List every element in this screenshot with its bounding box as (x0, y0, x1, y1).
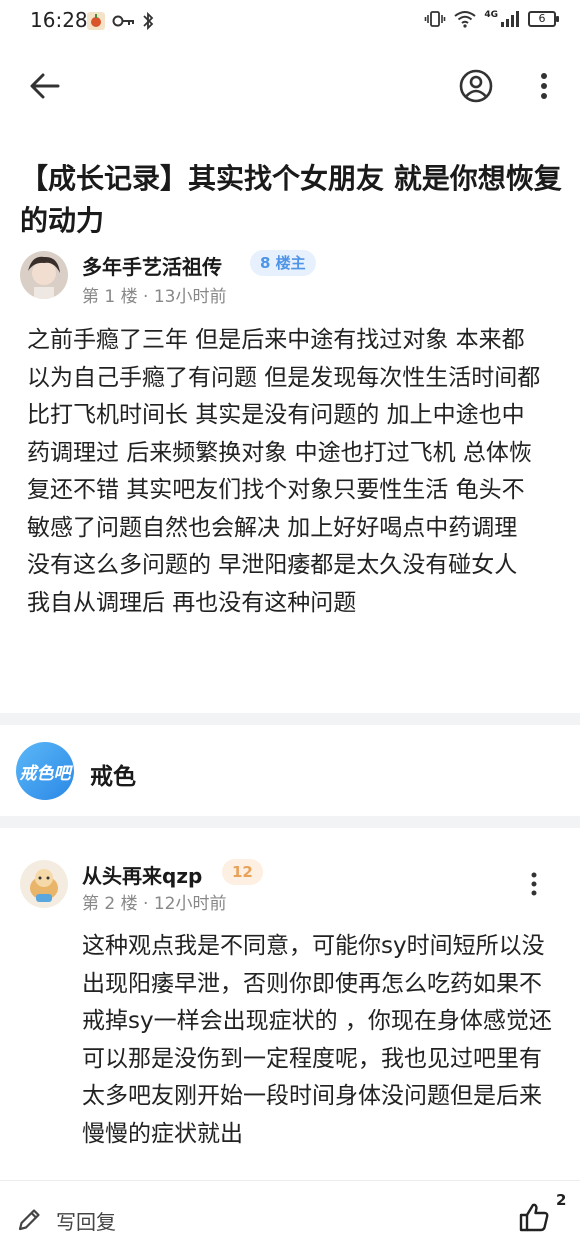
op-post-body: 之前手瘾了三年 但是后来中途有找过对象 本来都以为自己手瘾了有问题 但是发现每次… (27, 327, 541, 616)
section-divider (0, 816, 580, 828)
back-button[interactable] (24, 68, 66, 104)
vertical-dots-icon (541, 73, 547, 99)
op-author-name[interactable]: 多年手艺活祖传 (82, 251, 222, 280)
reply-post-meta: 第 2 楼 · 12小时前 (82, 894, 227, 914)
profile-button[interactable] (456, 68, 496, 104)
status-time: 16:28 (30, 8, 88, 32)
avatar-image (20, 251, 68, 299)
app-notification-icon (87, 12, 105, 30)
vibrate-icon (425, 11, 446, 27)
battery-indicator: 6 (528, 11, 559, 27)
reply-level-badge: 12 (222, 859, 263, 885)
status-left-icons (86, 11, 154, 31)
forum-entry[interactable]: 戒色吧 戒色 (0, 726, 580, 816)
pencil-icon (18, 1209, 40, 1231)
key-icon (112, 15, 134, 27)
status-right-icons: 4G 6 (424, 10, 559, 28)
op-level-badge: 8 楼主 (250, 250, 316, 276)
op-avatar[interactable] (20, 251, 68, 299)
vertical-dots-icon (531, 872, 537, 896)
like-count: 2 (556, 1191, 567, 1209)
reply-more-button[interactable] (520, 866, 548, 902)
user-circle-icon (459, 69, 493, 103)
wifi-icon (454, 11, 476, 28)
reply-avatar[interactable] (20, 860, 68, 908)
write-reply-label: 写回复 (56, 1209, 116, 1234)
thumbs-up-icon (519, 1203, 549, 1232)
write-reply-input[interactable]: 写回复 (16, 1199, 216, 1241)
reply-body: 这种观点我是不同意，可能你sy时间短所以没出现阳痿早泄，否则你即使再怎么吃药如果… (82, 933, 552, 1147)
battery-level: 6 (538, 12, 546, 25)
network-label: 4G (484, 10, 498, 20)
bluetooth-icon (143, 11, 154, 31)
like-button[interactable] (518, 1201, 554, 1237)
status-bar: 16:28 4G 6 (0, 0, 580, 42)
forum-name: 戒色 (90, 764, 136, 790)
reply-author-name[interactable]: 从头再来qzp (82, 860, 202, 889)
signal-icon (501, 11, 519, 27)
op-post-meta: 第 1 楼 · 13小时前 (82, 287, 227, 307)
post-title: 【成长记录】其实找个女朋友 就是你想恢复的动力 (20, 162, 562, 237)
avatar-image (20, 860, 68, 908)
more-options-button[interactable] (528, 68, 560, 104)
section-divider (0, 713, 580, 725)
top-navigation (0, 56, 580, 116)
bottom-action-bar: 写回复 2 (0, 1180, 580, 1257)
forum-logo: 戒色吧 (16, 742, 74, 800)
arrow-left-icon (30, 73, 60, 99)
